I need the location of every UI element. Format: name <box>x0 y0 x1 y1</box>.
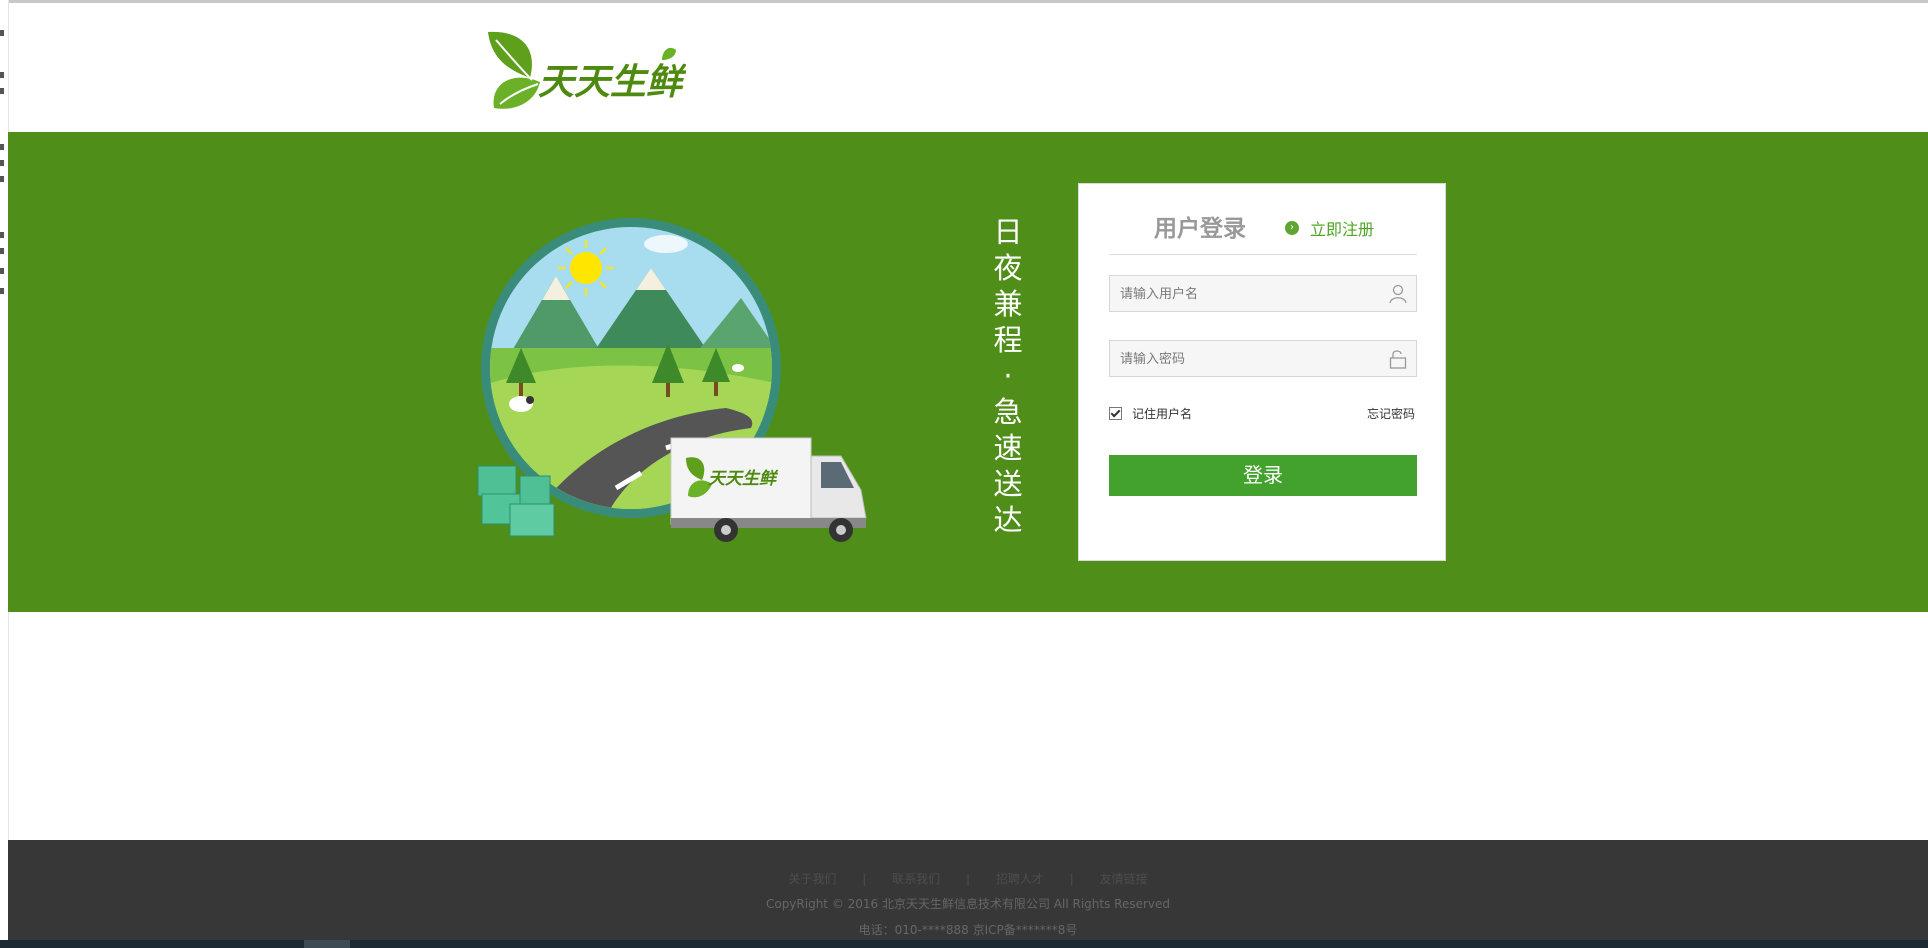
arrow-right-icon: › <box>1285 221 1299 235</box>
login-title: 用户登录 <box>1154 216 1246 242</box>
contact-phone: 电话：010-****888 京ICP备*******8号 <box>858 923 1078 937</box>
leaf-logo-icon: 天天生鲜 <box>488 31 687 109</box>
username-input[interactable] <box>1110 276 1382 313</box>
slogan-char: 速 <box>993 431 1023 465</box>
taskbar-active-item[interactable] <box>304 940 350 948</box>
slogan-char: 急 <box>993 395 1023 429</box>
slogan-char: 程 <box>993 323 1023 357</box>
register-link[interactable]: › 立即注册 <box>1285 216 1374 240</box>
remember-username[interactable]: 记住用户名 <box>1109 405 1192 422</box>
copyright-text: CopyRight © 2016 北京天天生鲜信息技术有限公司 All Righ… <box>765 897 1171 911</box>
login-button[interactable]: 登录 <box>1109 455 1417 496</box>
footer: 关于我们 | 联系我们 | 招聘人才 | 友情链接 CopyRight © 20… <box>8 840 1928 940</box>
slogan-char: 夜 <box>993 251 1023 285</box>
password-field[interactable] <box>1109 340 1417 378</box>
username-field[interactable] <box>1109 275 1417 313</box>
user-icon <box>1389 284 1407 304</box>
slogan-char: 送 <box>993 467 1023 501</box>
delivery-illustration: 天天生鲜 <box>476 218 896 548</box>
divider <box>1109 254 1417 255</box>
site-logo[interactable]: 天天生鲜 <box>486 30 687 112</box>
svg-text:天天生鲜: 天天生鲜 <box>538 62 686 103</box>
boxes <box>477 465 555 537</box>
slogan-char: 达 <box>993 503 1023 537</box>
hero-banner: 天天生鲜 日 夜 兼 程 · 急 速 送 达 <box>8 132 1928 612</box>
forgot-password-link[interactable]: 忘记密码 <box>1367 405 1415 422</box>
slogan-dot: · <box>1003 359 1013 393</box>
remember-checkbox[interactable] <box>1109 407 1122 420</box>
footer-link-jobs[interactable]: 招聘人才 <box>996 870 1044 887</box>
slogan-char: 兼 <box>993 287 1023 321</box>
slogan-char: 日 <box>993 215 1023 249</box>
login-form: 用户登录 › 立即注册 记住用户名 忘记密码 登录 <box>1078 183 1446 561</box>
footer-link-friends[interactable]: 友情链接 <box>1100 870 1148 887</box>
footer-link-contact[interactable]: 联系我们 <box>892 870 940 887</box>
window-top-border <box>0 0 1928 3</box>
svg-text:天天生鲜: 天天生鲜 <box>708 469 779 489</box>
footer-links: 关于我们 | 联系我们 | 招聘人才 | 友情链接 <box>8 870 1928 887</box>
password-input[interactable] <box>1110 341 1382 378</box>
lock-icon <box>1389 350 1407 369</box>
remember-label: 记住用户名 <box>1132 407 1193 421</box>
footer-separator: | <box>1069 872 1074 886</box>
footer-separator: | <box>862 872 867 886</box>
register-label: 立即注册 <box>1310 220 1375 239</box>
truck: 天天生鲜 <box>670 437 867 542</box>
vertical-slogan: 日 夜 兼 程 · 急 速 送 达 <box>986 214 1030 538</box>
footer-link-about[interactable]: 关于我们 <box>788 870 836 887</box>
os-taskbar <box>0 940 1928 948</box>
footer-separator: | <box>965 872 971 886</box>
